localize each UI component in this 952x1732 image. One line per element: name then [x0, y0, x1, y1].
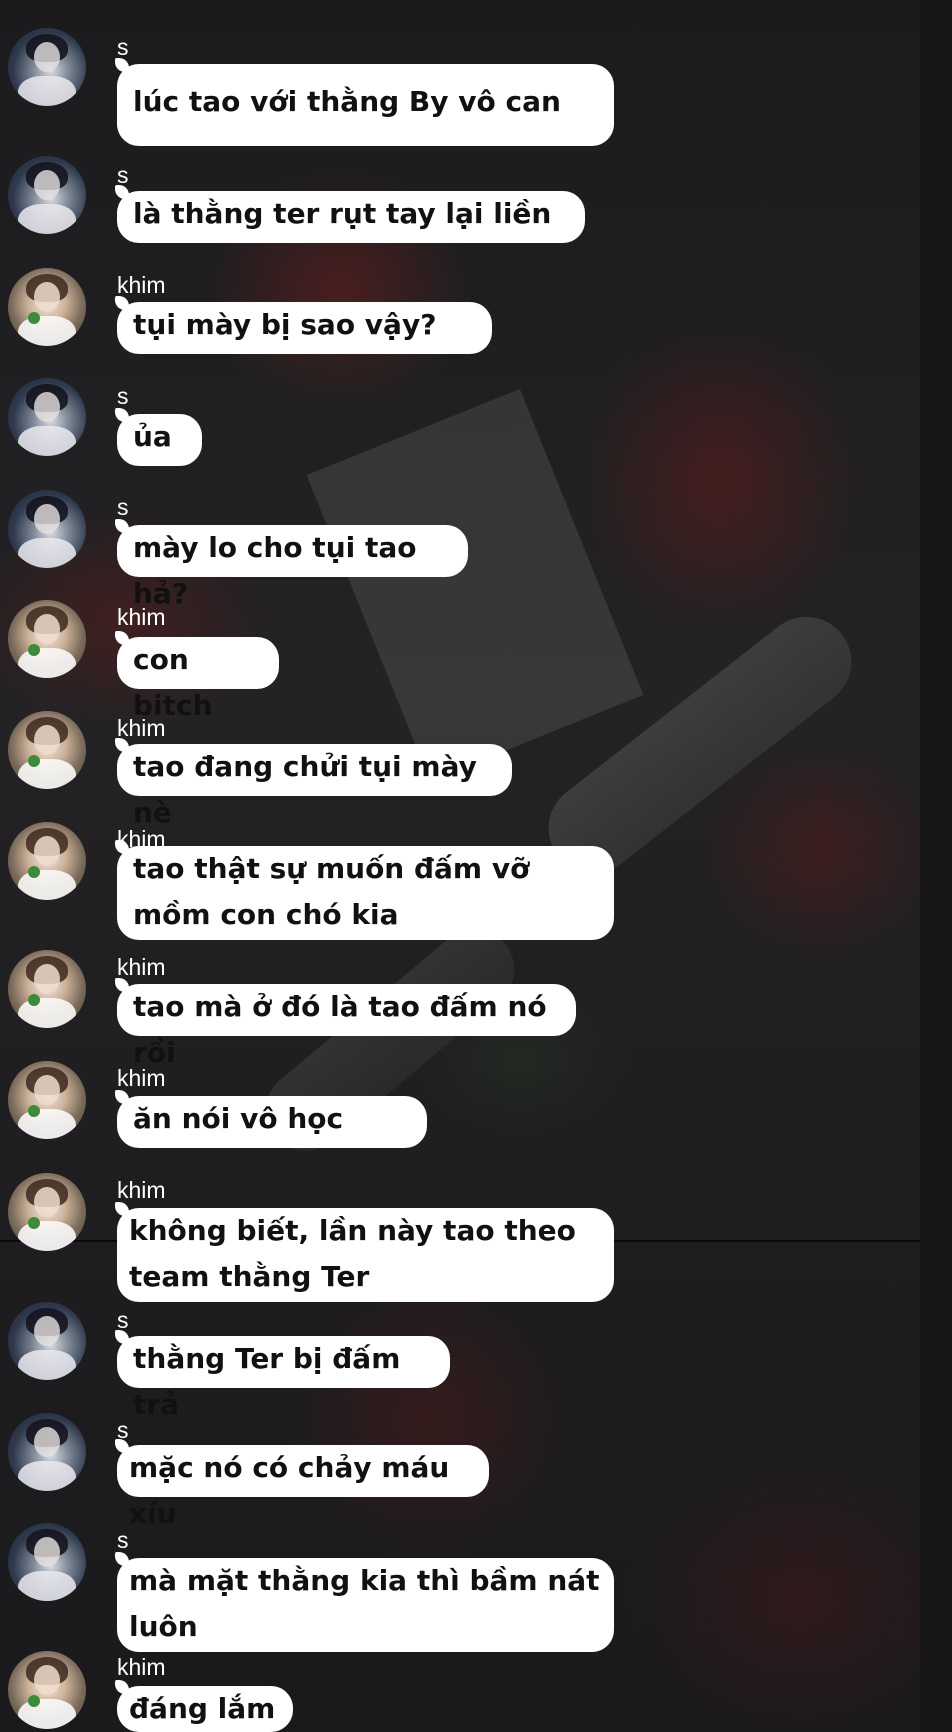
avatar[interactable]	[8, 1651, 86, 1729]
message-text: là thằng ter rụt tay lại liền	[133, 197, 552, 230]
message-bubble[interactable]: tụi mày bị sao vậy?	[115, 296, 492, 354]
message-bubble[interactable]: là thằng ter rụt tay lại liền	[115, 185, 585, 243]
message-bubble[interactable]: mày lo cho tụi tao hả?	[115, 519, 468, 610]
avatar[interactable]	[8, 28, 86, 106]
message-text: không biết, lần này tao theo team thằng …	[129, 1214, 576, 1293]
sender-name: khim	[117, 604, 166, 630]
message-bubble[interactable]: lúc tao với thằng By vô can	[115, 58, 614, 146]
avatar[interactable]	[8, 1302, 86, 1380]
message-text: mà mặt thằng kia thì bầm nát luôn	[129, 1564, 600, 1643]
avatar[interactable]	[8, 822, 86, 900]
avatar[interactable]	[8, 490, 86, 568]
message-text: ăn nói vô học	[133, 1102, 344, 1135]
sender-name: khim	[117, 1654, 166, 1680]
avatar[interactable]	[8, 1523, 86, 1601]
message-bubble[interactable]: đáng lắm	[115, 1680, 293, 1732]
avatar[interactable]	[8, 156, 86, 234]
avatar[interactable]	[8, 711, 86, 789]
sender-name: khim	[117, 272, 166, 298]
sender-name: s	[117, 1527, 129, 1553]
right-edge-strip	[920, 0, 952, 1732]
message-text: lúc tao với thằng By vô can	[133, 85, 561, 118]
message-bubble[interactable]: ủa	[115, 408, 202, 466]
message-text: tao thật sự muốn đấm vỡ mồm con chó kia	[133, 852, 530, 931]
sender-name: khim	[117, 954, 166, 980]
sender-name: s	[117, 494, 129, 520]
message-text: ủa	[133, 420, 172, 453]
message-bubble[interactable]: tao thật sự muốn đấm vỡ mồm con chó kia	[115, 840, 614, 940]
avatar[interactable]	[8, 378, 86, 456]
avatar[interactable]	[8, 1173, 86, 1251]
message-bubble[interactable]: mặc nó có chảy máu xíu	[115, 1439, 489, 1530]
message-text: tụi mày bị sao vậy?	[133, 308, 437, 341]
message-bubble[interactable]: tao mà ở đó là tao đấm nó rồi	[115, 978, 576, 1069]
avatar[interactable]	[8, 950, 86, 1028]
message-text: con bitch	[133, 643, 213, 722]
message-bubble[interactable]: thằng Ter bị đấm trả	[115, 1330, 450, 1421]
avatar[interactable]	[8, 1061, 86, 1139]
sender-name: khim	[117, 1177, 166, 1203]
sender-name: s	[117, 383, 129, 409]
avatar[interactable]	[8, 600, 86, 678]
sender-name: khim	[117, 1065, 166, 1091]
message-bubble[interactable]: mà mặt thằng kia thì bầm nát luôn	[115, 1552, 614, 1652]
avatar[interactable]	[8, 268, 86, 346]
message-text: đáng lắm	[129, 1692, 276, 1725]
sender-name: khim	[117, 715, 166, 741]
message-bubble[interactable]: con bitch	[115, 631, 279, 722]
message-bubble[interactable]: không biết, lần này tao theo team thằng …	[115, 1202, 614, 1302]
sender-name: s	[117, 34, 129, 60]
message-bubble[interactable]: tao đang chửi tụi mày nè	[115, 738, 512, 829]
avatar[interactable]	[8, 1413, 86, 1491]
message-bubble[interactable]: ăn nói vô học	[115, 1090, 427, 1148]
